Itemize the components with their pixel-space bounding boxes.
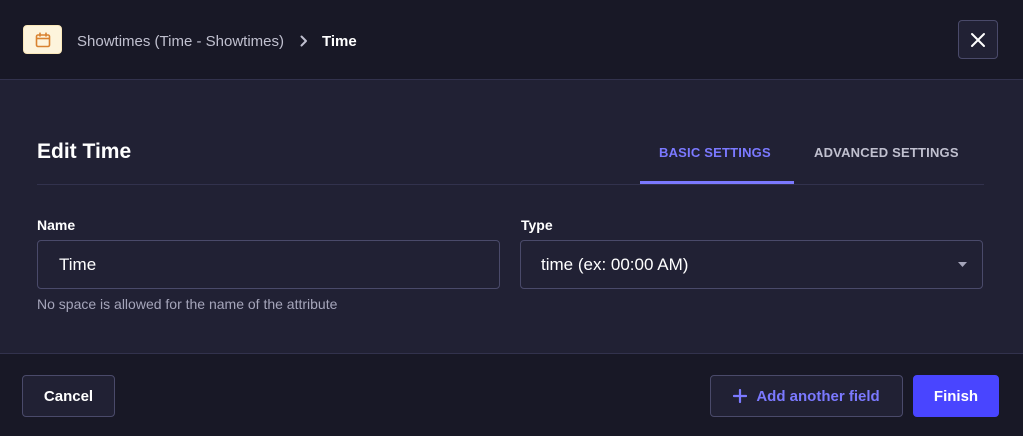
breadcrumb: Showtimes (Time - Showtimes) Time bbox=[77, 31, 357, 51]
type-label: Type bbox=[521, 217, 553, 233]
chevron-right-icon bbox=[300, 35, 308, 47]
name-hint: No space is allowed for the name of the … bbox=[37, 296, 338, 312]
close-button[interactable] bbox=[958, 20, 998, 59]
type-select[interactable]: time (ex: 00:00 AM) bbox=[520, 240, 983, 289]
tab-basic-settings[interactable]: BASIC SETTINGS bbox=[659, 145, 771, 160]
modal-footer: Cancel Add another field Finish bbox=[0, 353, 1023, 436]
cancel-button[interactable]: Cancel bbox=[22, 375, 115, 417]
add-another-field-button[interactable]: Add another field bbox=[710, 375, 903, 417]
name-input[interactable] bbox=[37, 240, 500, 289]
name-label: Name bbox=[37, 217, 76, 233]
active-tab-indicator bbox=[640, 181, 794, 184]
caret-down-icon bbox=[958, 262, 967, 267]
finish-button[interactable]: Finish bbox=[913, 375, 999, 417]
type-select-value: time (ex: 00:00 AM) bbox=[541, 254, 689, 274]
tabs-divider bbox=[37, 184, 984, 185]
breadcrumb-parent: Showtimes (Time - Showtimes) bbox=[77, 32, 284, 50]
close-icon bbox=[970, 32, 986, 48]
add-another-field-label: Add another field bbox=[756, 387, 880, 405]
breadcrumb-current: Time bbox=[321, 32, 357, 50]
modal-header: Showtimes (Time - Showtimes) Time bbox=[0, 0, 1023, 80]
tab-advanced-settings[interactable]: ADVANCED SETTINGS bbox=[814, 145, 959, 160]
modal-title: Edit Time bbox=[37, 140, 132, 163]
plus-icon bbox=[733, 389, 748, 403]
calendar-icon bbox=[23, 25, 62, 54]
edit-attribute-modal: Showtimes (Time - Showtimes) Time Edit T… bbox=[0, 0, 1023, 436]
